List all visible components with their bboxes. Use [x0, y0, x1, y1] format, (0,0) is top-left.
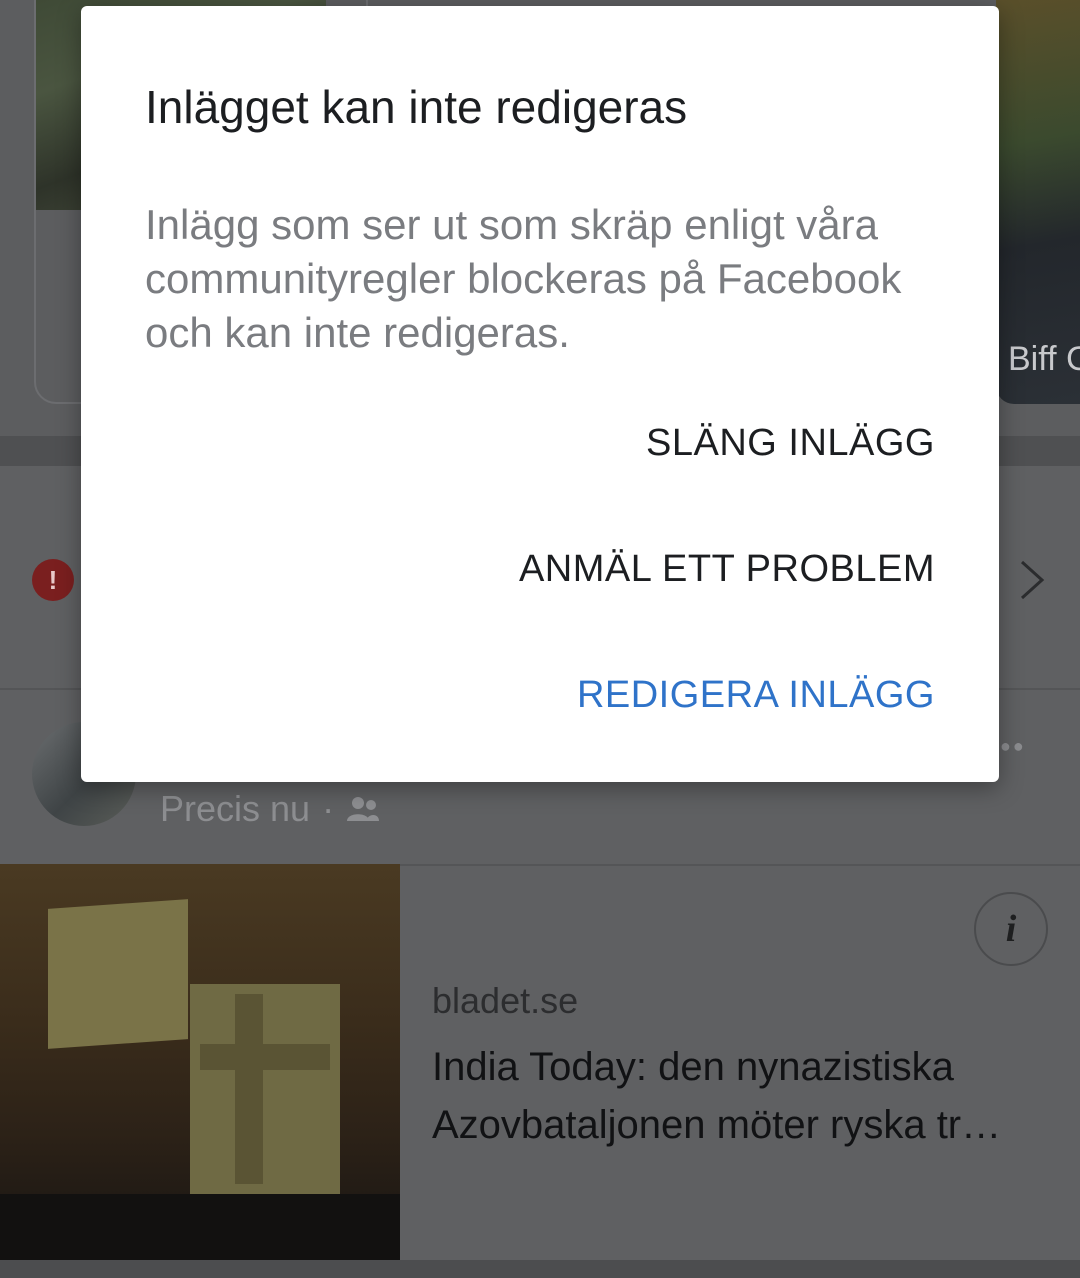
thumbnail-table: [0, 1194, 400, 1260]
link-domain: bladet.se: [432, 980, 579, 1021]
exclamation-icon: !: [32, 559, 74, 601]
cannot-edit-dialog: Inlägget kan inte redigeras Inlägg som s…: [81, 6, 999, 782]
post-meta: Precis nu ·: [160, 788, 380, 830]
post-timestamp: Precis nu: [160, 788, 311, 829]
link-thumbnail[interactable]: [0, 864, 400, 1260]
info-icon[interactable]: i: [974, 892, 1048, 966]
thumbnail-flag-cross: [200, 1044, 330, 1070]
chevron-right-icon[interactable]: [1014, 556, 1050, 604]
thumbnail-flag-cross: [235, 994, 263, 1184]
link-title[interactable]: India Today: den nynazistiska Azovbatalj…: [432, 1038, 1042, 1154]
story-author-label: Biff C: [1008, 340, 1080, 378]
thumbnail-flag: [190, 984, 340, 1204]
thumbnail-banner: [48, 899, 188, 1049]
discard-post-button[interactable]: SLÄNG INLÄGG: [646, 422, 935, 465]
section-divider: [0, 1260, 1080, 1278]
edit-post-button[interactable]: REDIGERA INLÄGG: [577, 674, 935, 717]
meta-separator: ·: [322, 788, 335, 829]
report-problem-button[interactable]: ANMÄL ETT PROBLEM: [519, 548, 935, 591]
group-icon: [347, 797, 380, 821]
dialog-title: Inlägget kan inte redigeras: [145, 81, 688, 133]
dialog-message: Inlägg som ser ut som skräp enligt våra …: [145, 201, 902, 356]
more-dots-icon[interactable]: ●●: [1000, 736, 1026, 757]
